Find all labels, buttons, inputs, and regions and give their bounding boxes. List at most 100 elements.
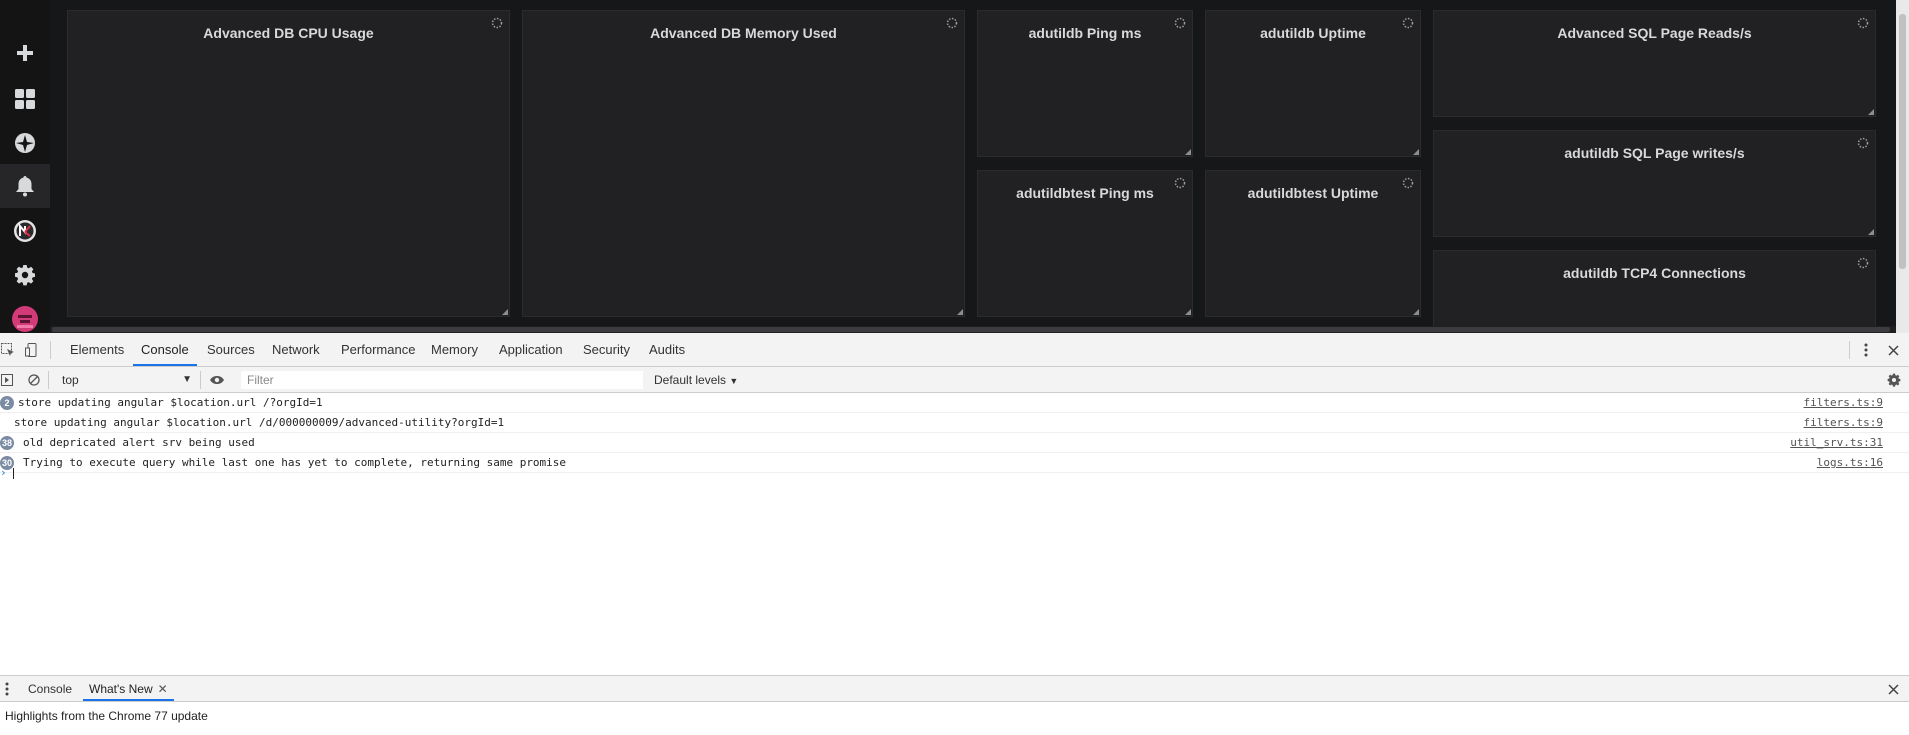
clear-circle-icon [28, 374, 40, 386]
panel-title[interactable]: adutildb TCP4 Connections [1434, 265, 1875, 281]
loading-spinner-icon [1174, 17, 1186, 29]
live-expression-button[interactable] [208, 373, 226, 387]
drawer-tab-bar: Console What's New ✕ [0, 675, 1909, 702]
clear-console-button[interactable] [27, 373, 41, 387]
dropdown-arrow-icon: ▼ [729, 376, 739, 386]
close-drawer-button[interactable] [1886, 682, 1900, 696]
scrollbar-thumb[interactable] [1899, 14, 1906, 269]
log-levels-dropdown[interactable]: Default levels ▼ [650, 371, 742, 389]
tab-audits[interactable]: Audits [641, 333, 693, 366]
more-vertical-icon [1864, 343, 1868, 357]
panel-title[interactable]: Advanced DB CPU Usage [68, 25, 509, 41]
tab-separator [50, 341, 51, 359]
resize-handle-icon[interactable] [1868, 109, 1874, 115]
drawer-tab-label: Console [28, 682, 73, 696]
panel-title[interactable]: Advanced DB Memory Used [523, 25, 964, 41]
tab-application[interactable]: Application [491, 333, 571, 366]
close-devtools-button[interactable] [1886, 343, 1900, 357]
resize-handle-icon[interactable] [1413, 309, 1419, 315]
plugin-logo-icon [14, 220, 36, 242]
drawer-menu-button[interactable] [2, 681, 12, 697]
panel-title[interactable]: adutildbtest Uptime [1206, 185, 1420, 201]
alerting-button[interactable] [0, 164, 50, 208]
resize-handle-icon[interactable] [1868, 229, 1874, 235]
user-avatar-icon [12, 306, 38, 332]
panel-tcp4-connections[interactable]: adutildb TCP4 Connections [1433, 250, 1876, 333]
sidebar-toggle-icon [1, 374, 13, 386]
panel-title[interactable]: Advanced SQL Page Reads/s [1434, 25, 1875, 41]
resize-handle-icon[interactable] [957, 309, 963, 315]
tab-memory[interactable]: Memory [423, 333, 486, 366]
resize-handle-icon[interactable] [502, 309, 508, 315]
console-message: 2 store updating angular $location.url /… [0, 393, 1909, 413]
gear-icon [15, 265, 35, 286]
panel-adutildbtest-uptime[interactable]: adutildbtest Uptime [1205, 170, 1421, 317]
configuration-button[interactable] [0, 253, 50, 297]
source-link[interactable]: filters.ts:9 [1804, 413, 1883, 433]
panel-db-memory-used[interactable]: Advanced DB Memory Used [522, 10, 965, 317]
resize-handle-icon[interactable] [1185, 149, 1191, 155]
tab-network[interactable]: Network [264, 333, 328, 366]
console-prompt-input[interactable]: › [0, 463, 1909, 483]
customize-devtools-button[interactable] [1859, 342, 1873, 358]
panel-sql-page-writes[interactable]: adutildb SQL Page writes/s [1433, 130, 1876, 237]
dashboards-button[interactable] [0, 77, 50, 121]
dashboard-horizontal-scrollbar[interactable] [50, 326, 1896, 333]
context-selector[interactable]: top ▼ [56, 371, 196, 389]
devtools-tab-bar: Elements Console Sources Network Perform… [0, 333, 1909, 367]
user-profile-button[interactable] [0, 297, 50, 333]
show-sidebar-button[interactable] [0, 373, 14, 387]
drawer-tab-whats-new[interactable]: What's New ✕ [83, 676, 174, 701]
loading-spinner-icon [1402, 17, 1414, 29]
scrollbar-thumb[interactable] [52, 327, 1890, 332]
dropdown-arrow-icon: ▼ [182, 374, 192, 385]
loading-spinner-icon [1857, 137, 1869, 149]
console-message-text: store updating angular $location.url /?o… [18, 396, 323, 409]
panel-title[interactable]: adutildbtest Ping ms [978, 185, 1192, 201]
console-settings-button[interactable] [1886, 372, 1902, 388]
tab-elements[interactable]: Elements [62, 333, 132, 366]
panel-db-cpu-usage[interactable]: Advanced DB CPU Usage [67, 10, 510, 317]
drawer-tab-label: What's New [89, 682, 153, 696]
panel-adutildbtest-ping[interactable]: adutildbtest Ping ms [977, 170, 1193, 317]
loading-spinner-icon [491, 17, 503, 29]
tab-sources[interactable]: Sources [199, 333, 263, 366]
tab-console[interactable]: Console [133, 333, 197, 366]
panel-sql-page-reads[interactable]: Advanced SQL Page Reads/s [1433, 10, 1876, 117]
inspect-element-button[interactable] [0, 342, 16, 358]
eye-icon [210, 376, 224, 384]
create-plus-button[interactable] [0, 31, 50, 75]
plus-icon [17, 45, 33, 61]
log-levels-value: Default levels [654, 373, 727, 387]
panel-adutildb-uptime[interactable]: adutildb Uptime [1205, 10, 1421, 157]
resize-handle-icon[interactable] [1185, 309, 1191, 315]
panel-title[interactable]: adutildb Uptime [1206, 25, 1420, 41]
devtools-panel: Elements Console Sources Network Perform… [0, 333, 1909, 735]
explore-button[interactable] [0, 121, 50, 165]
inspect-cursor-icon [1, 343, 14, 356]
console-filter-input[interactable] [241, 371, 643, 389]
panel-adutildb-ping[interactable]: adutildb Ping ms [977, 10, 1193, 157]
grafana-dashboard: Advanced DB CPU Usage Advanced DB Memory… [0, 0, 1909, 333]
dashboard-vertical-scrollbar[interactable] [1896, 0, 1909, 333]
text-caret [13, 468, 14, 479]
more-vertical-icon [5, 682, 9, 696]
tab-performance[interactable]: Performance [333, 333, 423, 366]
console-message-text: store updating angular $location.url /d/… [14, 416, 505, 429]
alerting-bell-icon [16, 176, 34, 197]
panel-title[interactable]: adutildb SQL Page writes/s [1434, 145, 1875, 161]
loading-spinner-icon [1174, 177, 1186, 189]
plugin-app-button[interactable] [0, 209, 50, 253]
drawer-tab-console[interactable]: Console [22, 676, 78, 701]
tab-security[interactable]: Security [575, 333, 638, 366]
resize-handle-icon[interactable] [1413, 149, 1419, 155]
close-tab-icon[interactable]: ✕ [158, 682, 168, 696]
source-link[interactable]: util_srv.ts:31 [1790, 433, 1883, 453]
context-value: top [62, 373, 79, 387]
dashboards-icon [15, 89, 35, 109]
source-link[interactable]: filters.ts:9 [1804, 393, 1883, 413]
panel-title[interactable]: adutildb Ping ms [978, 25, 1192, 41]
device-toolbar-button[interactable] [24, 342, 40, 358]
console-messages[interactable]: 2 store updating angular $location.url /… [0, 393, 1909, 673]
repeat-count-badge: 2 [0, 396, 14, 410]
